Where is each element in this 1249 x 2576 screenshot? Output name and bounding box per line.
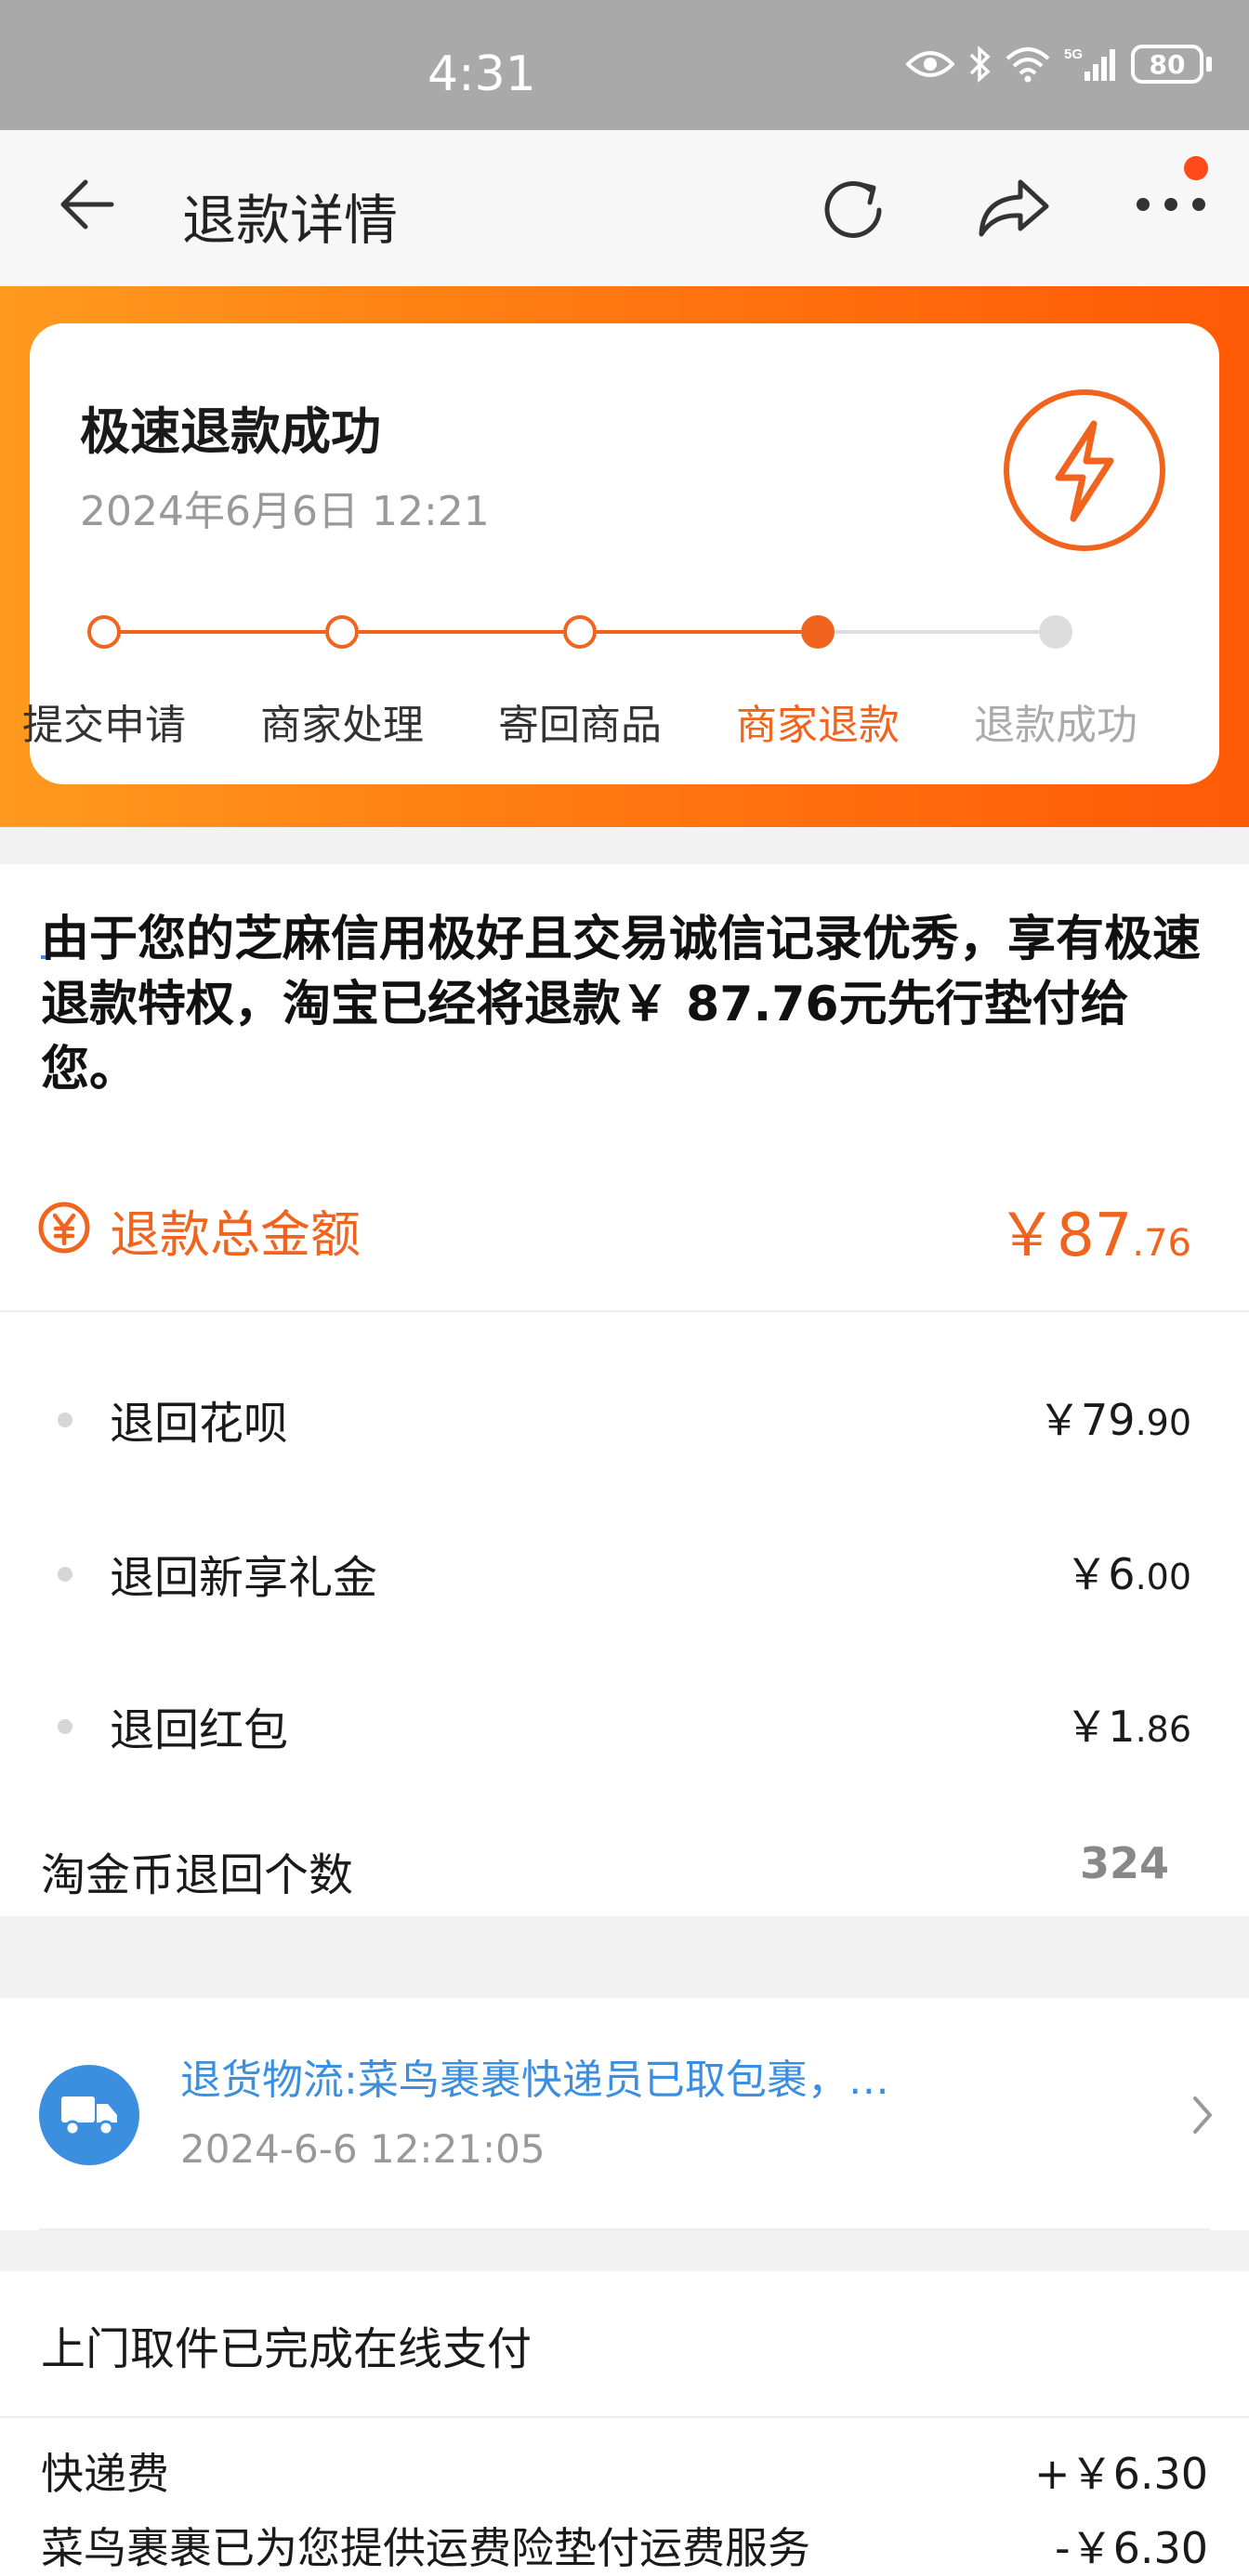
yen-icon xyxy=(37,1201,91,1258)
progress-line-3 xyxy=(597,630,801,634)
lightning-icon xyxy=(1001,387,1168,558)
cellular-signal-icon: 5G xyxy=(1064,46,1115,81)
status-bar: 4:31 5G 80 xyxy=(0,0,1249,130)
refund-status-title: 极速退款成功 xyxy=(80,402,381,461)
more-button[interactable] xyxy=(1136,193,1206,219)
refresh-button[interactable] xyxy=(818,175,892,249)
nav-bar: 退款详情 xyxy=(0,130,1249,286)
status-time: 4:31 xyxy=(427,46,536,102)
battery-icon: 80 xyxy=(1131,45,1212,84)
step-dot-4 xyxy=(801,615,835,649)
coin-return-row: 淘金币退回个数 324 xyxy=(41,1838,1169,1901)
list-item: 退回花呗 ￥79.90 xyxy=(0,1377,1249,1470)
refund-breakdown-list: 退回花呗 ￥79.90 退回新享礼金 ￥6.00 退回红包 ￥1.86 淘金币退… xyxy=(0,1310,1249,1916)
step-label-5: 退款成功 xyxy=(974,702,1137,749)
truck-icon xyxy=(39,2065,139,2165)
step-label-2: 商家处理 xyxy=(260,702,424,749)
bluetooth-icon xyxy=(969,46,991,83)
progress-line-4 xyxy=(835,630,1039,634)
status-icons: 5G 80 xyxy=(906,45,1212,84)
list-item: 退回红包 ￥1.86 xyxy=(0,1684,1249,1777)
fee-row-insurance: 菜鸟裹裹已为您提供运费险垫付运费服务 -￥6.30 xyxy=(41,2523,1208,2573)
refund-total-row: 退款总金额 ￥87.76 xyxy=(0,1180,1249,1310)
share-button[interactable] xyxy=(976,177,1052,245)
logistics-time: 2024-6-6 12:21:05 xyxy=(180,2126,546,2172)
chevron-right-icon xyxy=(1190,2095,1216,2139)
step-dot-3 xyxy=(563,615,597,649)
share-icon xyxy=(979,179,1049,237)
step-label-1: 提交申请 xyxy=(22,702,186,749)
coin-return-count: 324 xyxy=(1079,1838,1169,1888)
return-logistics-row[interactable]: 退货物流:菜鸟裹裹快递员已取包裹，… 2024-6-6 12:21:05 xyxy=(0,1998,1249,2230)
list-item: 退回新享礼金 ￥6.00 xyxy=(0,1531,1249,1624)
back-button[interactable] xyxy=(58,178,115,234)
step-dot-1 xyxy=(87,615,121,649)
step-dot-5 xyxy=(1039,615,1072,649)
refund-total-label: 退款总金额 xyxy=(110,1205,361,1264)
progress-line-2 xyxy=(359,630,563,634)
pickup-payment-section: 上门取件已完成在线支付 快递费 +￥6.30 菜鸟裹裹已为您提供运费险垫付运费服… xyxy=(0,2271,1249,2576)
progress-line-1 xyxy=(121,630,325,634)
logistics-status-text: 退货物流:菜鸟裹裹快递员已取包裹，… xyxy=(180,2057,889,2104)
network-type-text: 5G xyxy=(1064,46,1083,62)
pickup-title: 上门取件已完成在线支付 xyxy=(41,2323,532,2375)
step-dot-2 xyxy=(325,615,359,649)
notification-badge xyxy=(1184,156,1208,180)
refund-notice-text: 由于您的芝麻信用极好且交易诚信记录优秀，享有极速退款特权，淘宝已经将退款￥ 87… xyxy=(41,912,1202,1097)
refund-total-amount: ￥87.76 xyxy=(996,1202,1191,1270)
refresh-icon xyxy=(824,181,882,238)
more-dots-icon xyxy=(1137,198,1205,211)
fee-row-shipping: 快递费 +￥6.30 xyxy=(41,2449,1208,2499)
step-label-4: 商家退款 xyxy=(736,702,900,749)
wifi-icon xyxy=(1006,47,1050,83)
refund-status-banner: 极速退款成功 2024年6月6日 12:21 提交申请 商家处理 寄回商品 商家… xyxy=(0,286,1249,827)
refund-status-time: 2024年6月6日 12:21 xyxy=(80,488,490,535)
eye-icon xyxy=(906,51,954,77)
battery-level: 80 xyxy=(1131,45,1203,84)
arrow-left-icon xyxy=(60,179,114,230)
step-label-3: 寄回商品 xyxy=(498,702,662,749)
refund-status-card: 极速退款成功 2024年6月6日 12:21 提交申请 商家处理 寄回商品 商家… xyxy=(22,323,1219,784)
page-title: 退款详情 xyxy=(182,189,399,252)
